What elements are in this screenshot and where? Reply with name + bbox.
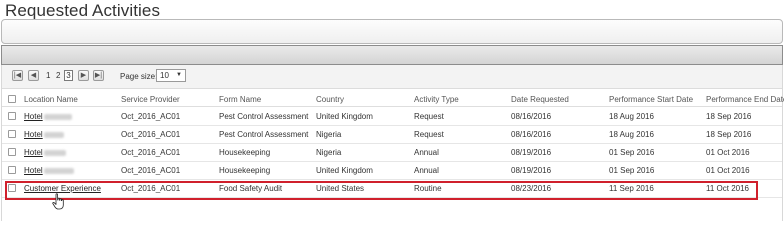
start-date: 01 Sep 2016 — [609, 166, 655, 175]
page-size-label: Page size: — [120, 72, 158, 81]
location-link[interactable]: Hotel — [24, 148, 43, 157]
start-date: 18 Aug 2016 — [609, 112, 654, 121]
end-date: 01 Oct 2016 — [706, 166, 750, 175]
service-provider: Oct_2016_AC01 — [121, 112, 181, 121]
end-date: 01 Oct 2016 — [706, 148, 750, 157]
table-row[interactable]: Hotel Oct_2016_AC01 Pest Control Assessm… — [2, 108, 782, 126]
column-header[interactable]: Service Provider — [121, 95, 180, 104]
service-provider: Oct_2016_AC01 — [121, 184, 181, 193]
redacted-text — [43, 149, 66, 156]
column-header[interactable]: Form Name — [219, 95, 261, 104]
service-provider: Oct_2016_AC01 — [121, 166, 181, 175]
form-name: Pest Control Assessment — [219, 130, 309, 139]
date-requested: 08/23/2016 — [511, 184, 552, 193]
table-header: Location Name Service Provider Form Name… — [2, 91, 784, 107]
date-requested: 08/19/2016 — [511, 148, 552, 157]
table-row[interactable]: Hotel Oct_2016_AC01 Housekeeping United … — [2, 162, 782, 180]
start-date: 11 Sep 2016 — [609, 184, 654, 193]
row-checkbox[interactable] — [8, 112, 16, 120]
page-link-1[interactable]: 1 — [46, 71, 50, 80]
activity-type: Request — [414, 130, 444, 139]
page-size-value: 10 — [160, 71, 169, 80]
prev-page-icon[interactable]: ◀ — [28, 70, 39, 81]
table-row[interactable]: Hotel Oct_2016_AC01 Housekeeping Nigeria… — [2, 144, 782, 162]
location-link[interactable]: Customer Experience — [24, 184, 101, 193]
redacted-text — [43, 167, 74, 174]
redacted-text — [43, 113, 72, 120]
row-checkbox[interactable] — [8, 130, 16, 138]
form-name: Housekeeping — [219, 166, 271, 175]
start-date: 18 Aug 2016 — [609, 130, 654, 139]
country: Nigeria — [316, 130, 342, 139]
country: United Kingdom — [316, 112, 373, 121]
select-all-checkbox[interactable] — [8, 95, 16, 103]
redacted-text — [43, 131, 64, 138]
country: United States — [316, 184, 365, 193]
end-date: 18 Sep 2016 — [706, 130, 752, 139]
activity-type: Request — [414, 112, 444, 121]
country: United Kingdom — [316, 166, 373, 175]
next-page-icon[interactable]: ▶ — [78, 70, 89, 81]
activity-type: Annual — [414, 148, 439, 157]
last-page-icon[interactable]: ▶| — [93, 70, 104, 81]
activity-type: Annual — [414, 166, 439, 175]
hand-cursor-icon — [52, 193, 64, 210]
first-page-icon[interactable]: |◀ — [12, 70, 23, 81]
location-link[interactable]: Hotel — [24, 130, 43, 139]
service-provider: Oct_2016_AC01 — [121, 148, 181, 157]
filter-bar — [1, 19, 783, 44]
location-link[interactable]: Hotel — [24, 112, 43, 121]
form-name: Housekeeping — [219, 148, 271, 157]
column-header[interactable]: Activity Type — [414, 95, 459, 104]
end-date: 18 Sep 2016 — [706, 112, 752, 121]
date-requested: 08/16/2016 — [511, 130, 552, 139]
toolbar-strip — [1, 45, 783, 65]
chevron-down-icon: ▼ — [176, 72, 182, 78]
activities-grid: |◀ ◀ 1 2 3 ▶ ▶| Page size: 10 ▼ Location… — [1, 65, 784, 221]
table-row[interactable]: Customer Experience Oct_2016_AC01 Food S… — [2, 180, 782, 198]
page-link-3-current[interactable]: 3 — [64, 70, 73, 81]
page-size-select[interactable]: 10 ▼ — [156, 69, 186, 82]
date-requested: 08/16/2016 — [511, 112, 552, 121]
column-header[interactable]: Performance Start Date — [609, 95, 693, 104]
country: Nigeria — [316, 148, 342, 157]
column-header[interactable]: Country — [316, 95, 344, 104]
column-header[interactable]: Location Name — [24, 95, 78, 104]
row-checkbox[interactable] — [8, 166, 16, 174]
row-checkbox[interactable] — [8, 148, 16, 156]
row-checkbox[interactable] — [8, 184, 16, 192]
date-requested: 08/19/2016 — [511, 166, 552, 175]
form-name: Pest Control Assessment — [219, 112, 309, 121]
table-row[interactable]: Hotel Oct_2016_AC01 Pest Control Assessm… — [2, 126, 782, 144]
page-link-2[interactable]: 2 — [56, 71, 60, 80]
form-name: Food Safety Audit — [219, 184, 283, 193]
page-title: Requested Activities — [5, 1, 161, 20]
column-header[interactable]: Date Requested — [511, 95, 569, 104]
location-link[interactable]: Hotel — [24, 166, 43, 175]
activity-type: Routine — [414, 184, 442, 193]
end-date: 11 Oct 2016 — [706, 184, 749, 193]
column-header[interactable]: Performance End Date — [706, 95, 784, 104]
start-date: 01 Sep 2016 — [609, 148, 655, 157]
pager: |◀ ◀ 1 2 3 ▶ ▶| Page size: 10 ▼ — [2, 65, 782, 89]
service-provider: Oct_2016_AC01 — [121, 130, 181, 139]
